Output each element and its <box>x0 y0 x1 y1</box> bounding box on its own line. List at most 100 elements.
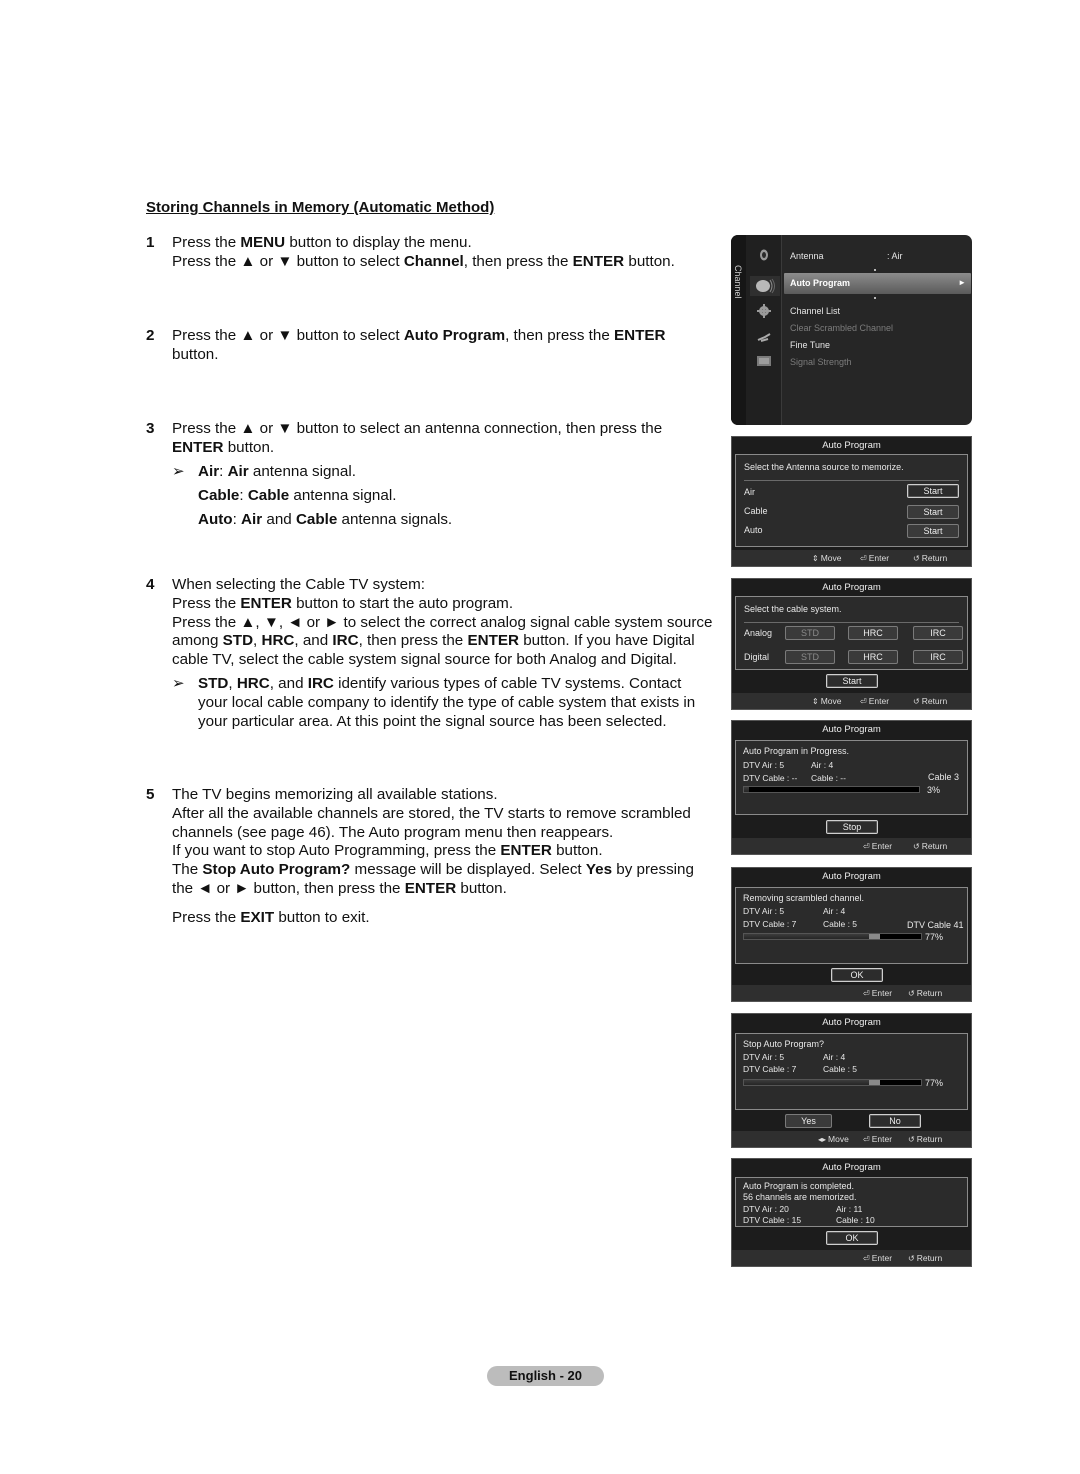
channel-menu: Channel Antenna : Air Auto Program ► Cha… <box>731 235 972 425</box>
text-line: channels (see page 46). The Auto program… <box>172 823 614 841</box>
text-line: The Stop Auto Program? message will be d… <box>172 861 694 879</box>
auto-program-completed-dialog: Auto Program Auto Program is completed. … <box>731 1158 972 1267</box>
bold-term: Air <box>198 462 220 480</box>
page-number: English - 20 <box>487 1366 604 1386</box>
return-hint: ↺ Return <box>908 1253 943 1263</box>
note-arrow-icon: ➢ <box>172 674 185 692</box>
progress-percent: 77% <box>925 932 944 942</box>
satellite-dish-icon[interactable] <box>750 276 780 296</box>
divider <box>744 622 959 623</box>
antenna-icon[interactable] <box>756 248 772 262</box>
yes-button[interactable]: Yes <box>785 1114 832 1128</box>
bold-term: Cable <box>247 486 290 504</box>
digital-std-button[interactable]: STD <box>785 650 835 664</box>
updown-arrows-icon: ⇕ <box>812 697 819 706</box>
step-1: 1 Press the MENU button to display the me… <box>146 234 675 272</box>
text-line: Auto: Air and Cable antenna signals. <box>198 511 453 529</box>
enter-icon: ⏎ <box>863 1135 870 1144</box>
return-hint: ↺ Return <box>908 988 943 998</box>
cable-start-button[interactable]: Start <box>907 505 959 519</box>
menu-tab-strip: Channel <box>731 235 746 425</box>
scroll-up-indicator <box>874 269 876 271</box>
dialog-title: Auto Program <box>822 871 881 882</box>
air-count: Air : 11 <box>836 1204 863 1214</box>
step-5: 5 The TV begins memorizing all available … <box>146 786 694 928</box>
plug-icon[interactable] <box>756 331 772 345</box>
bold-term: EXIT <box>240 908 275 926</box>
digital-hrc-button[interactable]: HRC <box>848 650 898 664</box>
menu-item-antenna[interactable]: Antenna : Air <box>790 251 903 261</box>
dialog-body: Stop Auto Program? DTV Air : 5 Air : 4 D… <box>735 1033 968 1110</box>
row-label-auto: Auto <box>744 525 763 535</box>
bold-term: HRC <box>236 674 270 692</box>
text-line: Press the ▲, ▼, ◄ or ► to select the cor… <box>172 613 713 631</box>
menu-item-fine-tune[interactable]: Fine Tune <box>790 340 830 350</box>
progress-fill <box>744 787 749 792</box>
bold-term: Yes <box>585 861 613 879</box>
progress-bar <box>743 1079 922 1086</box>
menu-item-channel-list[interactable]: Channel List <box>790 306 840 316</box>
bold-term: HRC <box>261 632 295 650</box>
dialog-footer: ⏎ Enter ↺ Return <box>732 838 971 854</box>
dtv-air-count: DTV Air : 5 <box>743 1052 785 1062</box>
air-start-button[interactable]: Start <box>907 484 959 498</box>
enter-icon: ⏎ <box>863 842 870 851</box>
ok-button[interactable]: OK <box>826 1231 878 1245</box>
dtv-air-count: DTV Air : 5 <box>743 906 785 916</box>
text-line: Press the ENTER button to start the auto… <box>172 594 514 612</box>
dialog-title: Auto Program <box>822 440 881 451</box>
digital-irc-button[interactable]: IRC <box>913 650 963 664</box>
return-hint: ↺ Return <box>913 553 948 563</box>
bold-term: Cable <box>295 511 338 529</box>
cable-count: Cable : 10 <box>836 1215 875 1225</box>
return-icon: ↺ <box>908 1254 915 1263</box>
enter-icon: ⏎ <box>863 989 870 998</box>
return-hint: ↺ Return <box>908 1134 943 1144</box>
divider <box>744 480 959 481</box>
stop-auto-program-dialog: Auto Program Stop Auto Program? DTV Air … <box>731 1013 972 1148</box>
text-line: Press the ▲ or ▼ button to select Channe… <box>172 252 675 270</box>
bold-term: ENTER <box>614 327 666 344</box>
menu-item-clear-scrambled-channel[interactable]: Clear Scrambled Channel <box>790 323 893 333</box>
stop-button[interactable]: Stop <box>826 820 878 834</box>
text-line: Press the ▲ or ▼ button to select Auto P… <box>172 327 666 344</box>
dialog-title: Auto Program <box>822 1162 881 1173</box>
enter-hint: ⏎ Enter <box>863 1253 893 1263</box>
dialog-prompt: Select the Antenna source to memorize. <box>744 462 904 472</box>
step-number: 2 <box>146 327 155 344</box>
text-line: among STD, HRC, and IRC, then press the … <box>172 632 695 650</box>
menu-icon-column <box>746 235 782 425</box>
text-line: Cable: Cable antenna signal. <box>198 486 397 504</box>
cable-system-dialog: Auto Program Select the cable system. An… <box>731 578 972 710</box>
analog-std-button[interactable]: STD <box>785 626 835 640</box>
start-button[interactable]: Start <box>826 674 878 688</box>
analog-hrc-button[interactable]: HRC <box>848 626 898 640</box>
auto-start-button[interactable]: Start <box>907 524 959 538</box>
return-icon: ↺ <box>913 842 920 851</box>
menu-item-signal-strength[interactable]: Signal Strength <box>790 357 852 367</box>
dialog-body: Auto Program is completed. 56 channels a… <box>735 1177 968 1227</box>
analog-irc-button[interactable]: IRC <box>913 626 963 640</box>
cable-count: Cable : 5 <box>823 919 858 929</box>
step-body: Press the ▲ or ▼ button to select an ant… <box>172 420 662 530</box>
menu-item-auto-program[interactable]: Auto Program ► <box>784 273 971 294</box>
air-count: Air : 4 <box>823 906 846 916</box>
current-channel: DTV Cable 41 <box>907 920 964 930</box>
bold-term: ENTER <box>467 632 519 650</box>
gear-icon[interactable] <box>756 304 772 318</box>
dialog-body: Select the cable system. Analog STD HRC … <box>735 596 968 670</box>
step-4: 4 When selecting the Cable TV system: Pres… <box>146 576 712 731</box>
text-line: cable TV, select the cable system signal… <box>172 651 677 669</box>
signal-meter-icon[interactable] <box>756 354 772 368</box>
enter-icon: ⏎ <box>860 697 867 706</box>
bold-term: ENTER <box>572 252 625 270</box>
removing-scrambled-dialog: Auto Program Removing scrambled channel.… <box>731 867 972 1002</box>
cable-count: Cable : -- <box>811 773 846 783</box>
channel-tab-label: Channel <box>733 265 743 299</box>
ok-button[interactable]: OK <box>831 968 883 982</box>
channels-memorized: 56 channels are memorized. <box>743 1192 857 1202</box>
bold-term: IRC <box>332 632 359 650</box>
text-line: button. <box>172 345 219 363</box>
no-button[interactable]: No <box>869 1114 921 1128</box>
progress-percent: 77% <box>925 1078 944 1088</box>
